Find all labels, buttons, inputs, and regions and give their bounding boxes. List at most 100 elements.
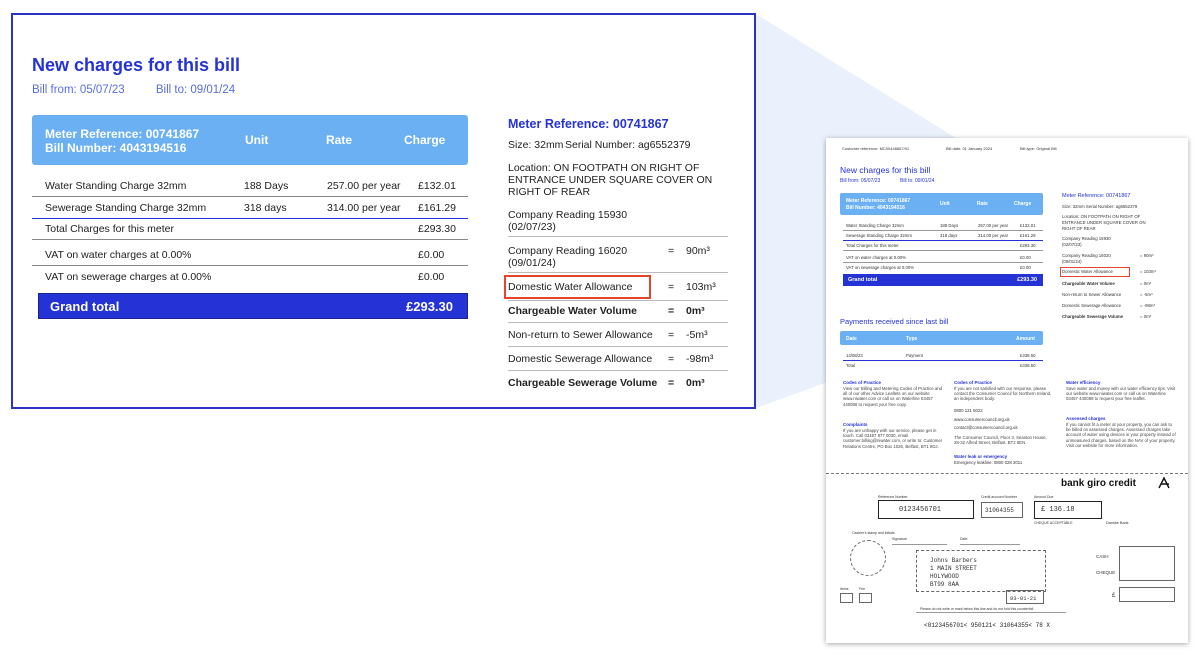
mini-info-text: Emergency leakline: 0800 028 2011: [954, 460, 1023, 465]
rate-column-header: Rate: [326, 133, 353, 147]
reading-date: (02/07/23): [508, 221, 556, 233]
mini-info-phone: 0800 121 6022: [954, 408, 983, 413]
mini-row-label: VAT on water charges at 0.00%: [846, 255, 906, 260]
row-label: Sewerage Standing Charge 32mm: [45, 202, 207, 214]
mini-info-text: If you are unhappy with our service, ple…: [843, 428, 943, 449]
total-box: [1119, 587, 1175, 602]
mini-reading: Company Reading 15930: [1062, 236, 1111, 241]
customer-name: Johns Barbers: [930, 557, 977, 564]
giro-title: bank giro credit: [1061, 478, 1137, 489]
equals-sign: =: [668, 305, 675, 317]
date-line: [960, 544, 1020, 545]
mini-row-rate: 257.00 per year: [978, 223, 1009, 228]
mini-divider: [843, 262, 1043, 263]
meter-item-value: 0m³: [686, 377, 705, 389]
row-unit: 188 Days: [244, 180, 289, 192]
charges-table-header: Meter Reference: 00741867 Bill Number: 4…: [32, 115, 468, 165]
meter-item-value: 0m³: [686, 305, 705, 317]
reference-number-box: 0123456701: [878, 500, 974, 519]
reading-label: Company Reading 15930: [508, 209, 628, 221]
mini-reading: (09/01/24): [1062, 259, 1082, 264]
mini-row-label: Sewerage Standing Charge 32mm: [846, 233, 912, 238]
location-text: Location: ON FOOTPATH ON RIGHT OF: [508, 162, 700, 174]
row-rate: 314.00 per year: [327, 202, 401, 214]
mini-pay-total-label: Total: [846, 363, 856, 368]
grand-total-bar: Grand total £293.30: [38, 293, 468, 319]
customer-reference: Customer reference: MC00446867/01: [842, 146, 910, 151]
amount-due-value: £ 136.18: [1041, 506, 1075, 514]
equals-sign: =: [668, 245, 675, 257]
equals-sign: =: [668, 353, 675, 365]
sort-code: 93-01-21: [1010, 595, 1037, 602]
total-value: £293.30: [418, 223, 456, 235]
mini-divider: [843, 230, 1043, 231]
mini-location: RIGHT OF REAR: [1062, 226, 1096, 231]
row-charge: £161.29: [418, 202, 456, 214]
equals-sign: =: [668, 329, 675, 341]
address-line: 1 MAIN STREET: [930, 565, 977, 572]
mini-info-web: www.consumercouncil.org.uk: [954, 417, 1010, 422]
highlight-box: [504, 275, 651, 299]
mini-info-title: Assessed charges: [1066, 416, 1106, 421]
mini-pay-date-header: Date: [846, 336, 857, 342]
mini-reading: (02/07/23): [1062, 242, 1082, 247]
mini-reading-value: = 90m³: [1140, 253, 1154, 258]
mini-row-unit: 188 Days: [940, 223, 959, 228]
mini-pay-amount-header: Amount: [1016, 336, 1035, 342]
fee-box: [859, 593, 872, 603]
mini-meter-value: = 0m³: [1140, 314, 1152, 319]
row-divider: [32, 196, 468, 197]
meter-ref-heading: Meter Reference: 00741867 Bill Number: 4…: [45, 127, 199, 155]
row-divider: [508, 370, 728, 371]
amount-due-box: £ 136.18: [1034, 501, 1102, 519]
mini-info-title: Complaints: [843, 422, 868, 427]
reading-value: 90m³: [686, 245, 710, 257]
address-line: BT99 8AA: [930, 581, 959, 588]
fee-label: Fee: [859, 587, 866, 591]
address-line: HOLYWOOD: [930, 573, 959, 580]
mini-row-charge: £0.00: [1020, 255, 1031, 260]
meter-size: Size: 32mm: [508, 139, 564, 151]
mini-meter-item: Domestic Sewerage Allowance: [1062, 303, 1121, 308]
row-divider: [508, 346, 728, 347]
items-label: Items: [840, 587, 849, 591]
mini-charge-header: Charge: [1014, 201, 1032, 207]
mini-location: ENTRANCE UNDER SQUARE COVER ON: [1062, 220, 1146, 225]
row-label: Water Standing Charge 32mm: [45, 180, 187, 192]
row-rate: 257.00 per year: [327, 180, 401, 192]
mini-pay-date: 14/08/23: [846, 353, 863, 358]
bill-to: Bill to: 09/01/24: [155, 84, 236, 96]
mini-meter-value: = -5m³: [1140, 292, 1153, 297]
mini-meter-ref: Meter Reference: 00741867: [846, 198, 911, 204]
bill-period: Bill from: 05/07/23 Bill to: 09/01/24: [32, 84, 263, 96]
cashier-label: Cashier's stamp and initials: [852, 531, 895, 535]
serial-number: Serial Number: ag6552379: [565, 139, 691, 151]
row-divider: [32, 265, 468, 266]
mini-row-charge: £293.30: [1020, 243, 1036, 248]
mini-meter-item: Chargeable Water Volume: [1062, 281, 1115, 286]
footer-note: Please do not write or mark below this l…: [920, 607, 1034, 611]
cashier-stamp-circle: [850, 540, 886, 576]
items-box: [840, 593, 853, 603]
mini-meter-title: Meter Reference: 00741867: [1062, 193, 1131, 199]
mini-pay-type-header: Type: [906, 336, 918, 342]
mini-grand-total: Grand total £293.30: [843, 274, 1043, 286]
reading-date: (09/01/24): [508, 257, 556, 269]
meter-item-label: Non-return to Sewer Allowance: [508, 329, 653, 341]
meter-item-value: -5m³: [686, 329, 708, 341]
reference-number: 0123456701: [899, 506, 942, 514]
mini-heading: New charges for this bill: [840, 165, 931, 175]
signature-line: [892, 544, 947, 545]
equals-sign: =: [668, 377, 675, 389]
mini-size-serial: Size: 32mm Serial Number: ag6552379: [1062, 204, 1138, 209]
mini-info-email: contact@consumercouncil.org.uk: [954, 425, 1018, 430]
vat-label: VAT on sewerage charges at 0.00%: [45, 271, 212, 283]
meter-item-value: 103m³: [686, 281, 716, 293]
credit-number-box: 31064355: [981, 502, 1023, 518]
row-divider: [32, 218, 468, 219]
mini-rate-header: Rate: [977, 201, 988, 207]
page-title: New charges for this bill: [32, 55, 241, 75]
vat-value: £0.00: [418, 249, 445, 261]
mini-row-charge: £0.00: [1020, 265, 1031, 270]
reading-label: Company Reading 16020: [508, 245, 628, 257]
